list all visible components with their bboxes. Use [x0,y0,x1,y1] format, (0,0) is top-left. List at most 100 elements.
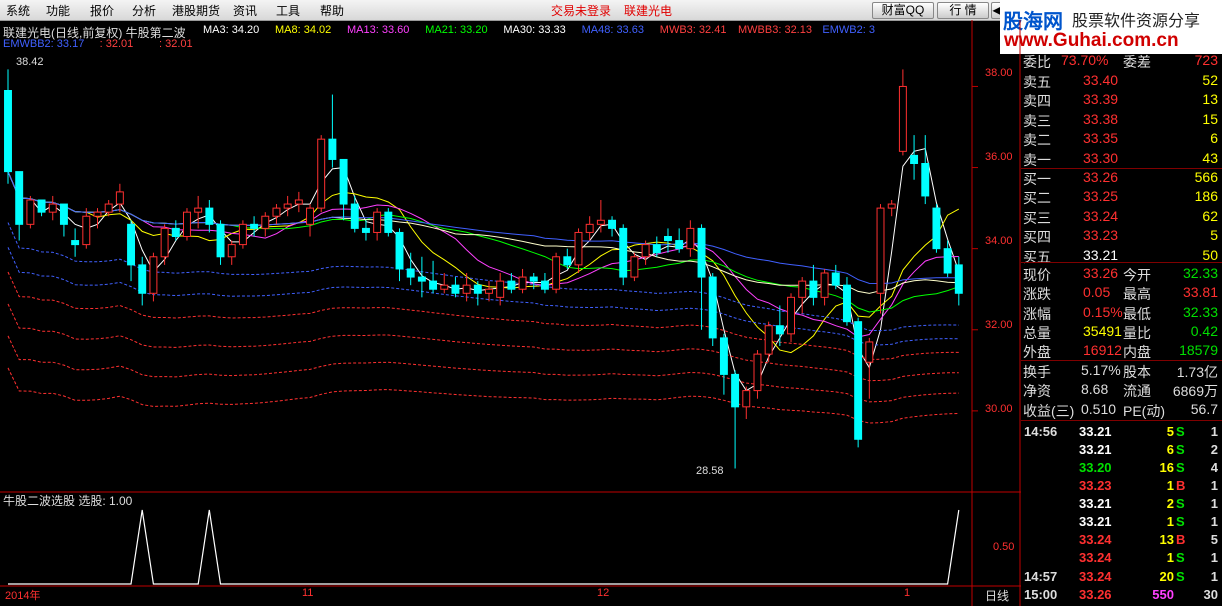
caifu-qq-button[interactable]: 财富QQ [872,2,934,19]
stat-row: 涨跌 0.05 最高 33.81 [1021,283,1222,302]
bid-row: 买二 33.25 186 [1021,187,1222,206]
tick-count: 1 [1210,496,1218,511]
candle-body [742,390,751,408]
candle-body [809,280,818,298]
ask-volume: 52 [1202,72,1218,88]
stat-label: 现价 [1023,267,1051,283]
menu-hk-futures[interactable]: 港股期货 [172,2,220,19]
candle-body [910,154,919,164]
stat-label: 净资 [1023,383,1051,400]
tick-count: 2 [1210,442,1218,457]
bid-volume: 50 [1202,246,1218,263]
candle [473,281,482,306]
candle [831,264,840,290]
candle-body [59,203,68,225]
candle [854,317,863,448]
logo-tagline: 股票软件资源分享 [1072,13,1201,30]
candle [205,200,214,233]
ma-legend-item: : 32.01 [159,38,193,50]
candle [552,252,561,294]
candle [138,256,147,306]
bid-volume: 566 [1194,169,1218,185]
ma-legend-item: MWBB3: 32.13 [738,24,812,36]
candle-body [395,231,404,270]
candle-body [238,223,247,246]
candle-body [406,268,415,278]
candle-body [462,284,471,294]
tick-count: 1 [1210,550,1218,565]
candle-body [596,219,605,225]
candle-body [339,158,348,205]
candle [395,228,404,282]
menu-analysis[interactable]: 分析 [132,2,156,19]
candle-body [574,231,583,266]
period-label[interactable]: 日线 [985,587,1009,604]
menu-help[interactable]: 帮助 [320,2,344,19]
candle [294,191,303,213]
candle [697,224,706,330]
bid-label: 买二 [1023,190,1051,207]
menu-tools[interactable]: 工具 [276,2,300,19]
bid-price: 33.25 [1083,188,1119,205]
candle [149,252,158,302]
stat-row: 换手 5.17% 股本 1.73亿 [1021,361,1222,380]
candle [675,228,684,253]
tick-row: 33.20 16 S 4 [1021,459,1222,477]
candle-body [719,337,728,375]
ask-price: 33.40 [1083,72,1119,88]
divider [1021,262,1222,263]
menu-quote[interactable]: 报价 [90,2,114,19]
kline-chart[interactable] [0,20,1021,606]
tick-row: 14:57 33.24 20 S 1 [1021,568,1222,586]
stat-label: 总量 [1023,324,1051,341]
candle-body [820,272,829,298]
tick-volume: 6 [1166,442,1174,457]
low-price-label: 28.58 [696,465,724,477]
candle-body [675,240,684,250]
stat-row: 总量 35491 量比 0.42 [1021,322,1222,341]
candle [619,224,628,286]
bid-price: 33.26 [1083,169,1119,185]
candle-body [898,85,907,152]
candle [250,216,259,237]
menu-function[interactable]: 功能 [46,2,70,19]
ask-label: 卖二 [1023,132,1051,149]
candle-body [384,211,393,233]
candle-body [250,223,259,229]
band-line [7,303,959,382]
candle-body [171,227,180,237]
menu-news[interactable]: 资讯 [233,2,257,19]
candle [272,204,281,225]
stat-label: 涨幅 [1023,305,1051,322]
tick-volume: 16 [1159,460,1174,475]
tick-count: 1 [1210,514,1218,529]
ask-price: 33.30 [1083,149,1119,166]
candle [59,203,68,237]
candle-body [619,227,628,278]
candle [48,195,57,221]
tick-row: 15:00 33.26 550 30 [1021,586,1222,604]
candle [451,277,460,298]
ma-legend-item: EMWB2: 3 [822,24,875,36]
candle-body [361,227,370,233]
candle [719,333,728,395]
candle [787,293,795,342]
logo-url: www.Guhai.com.cn [1004,30,1179,51]
market-button[interactable]: 行 情 [937,2,989,19]
candle-body [775,325,784,335]
tick-row: 33.21 6 S 2 [1021,441,1222,459]
candle [283,195,292,217]
ma-legend-item: MA13: 33.60 [347,24,410,36]
stat-label: 换手 [1023,364,1051,380]
trade-login-status[interactable]: 交易未登录 [551,2,611,19]
candle [429,260,438,294]
candle-body [932,207,941,250]
ask-price: 33.38 [1083,110,1119,127]
candle-body [317,138,326,209]
candle-body [485,288,493,294]
candle [373,208,382,241]
stat-label: 最高 [1123,286,1151,303]
date-label-1: 1 [904,587,911,599]
candle [630,252,639,282]
menu-system[interactable]: 系统 [6,2,30,19]
